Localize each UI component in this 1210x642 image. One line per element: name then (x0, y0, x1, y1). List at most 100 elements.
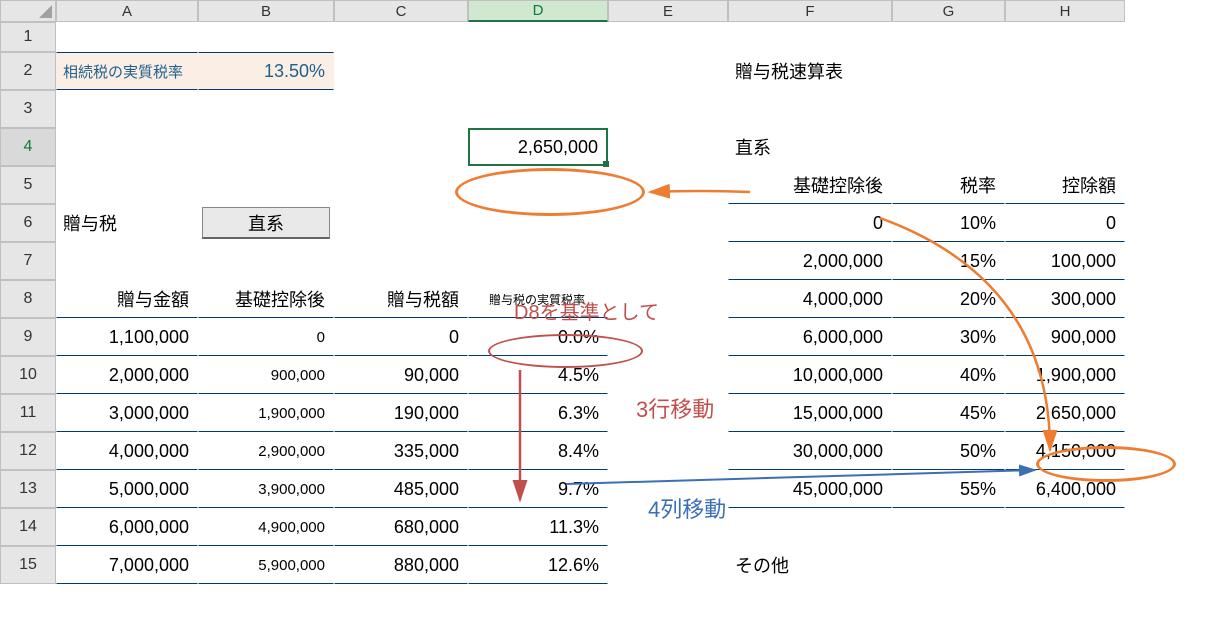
cell[interactable] (198, 166, 334, 204)
cell[interactable] (608, 22, 728, 52)
cell-A2[interactable]: 相続税の実質税率 (56, 52, 198, 90)
cell[interactable] (608, 242, 728, 280)
table-cell[interactable]: 90,000 (334, 356, 468, 394)
cell-D8[interactable]: 贈与税の実質税率 (468, 280, 608, 318)
col-header-C[interactable]: C (334, 0, 468, 22)
table-cell[interactable]: 9.7% (468, 470, 608, 508)
table-cell[interactable]: 4,150,000 (1005, 432, 1125, 470)
table-cell[interactable]: 45,000,000 (728, 470, 892, 508)
cell[interactable] (198, 90, 334, 128)
table-cell[interactable]: 55% (892, 470, 1005, 508)
cell-D4-active[interactable]: 2,650,000 (468, 128, 608, 166)
cell[interactable] (468, 22, 608, 52)
cell[interactable] (1005, 90, 1125, 128)
row-header-14[interactable]: 14 (0, 508, 56, 546)
cell[interactable] (198, 128, 334, 166)
table-cell[interactable]: 0.0% (468, 318, 608, 356)
table-cell[interactable]: 30,000,000 (728, 432, 892, 470)
cell[interactable] (334, 52, 468, 90)
cell[interactable] (608, 432, 728, 470)
table-cell[interactable]: 15% (892, 242, 1005, 280)
cell[interactable] (892, 52, 1005, 90)
col-header-G[interactable]: G (892, 0, 1005, 22)
cell-B8[interactable]: 基礎控除後 (198, 280, 334, 318)
table-cell[interactable]: 1,900,000 (1005, 356, 1125, 394)
cell[interactable] (468, 52, 608, 90)
cell[interactable] (608, 204, 728, 242)
col-header-D[interactable]: D (468, 0, 608, 22)
cell[interactable] (56, 90, 198, 128)
cell[interactable] (56, 128, 198, 166)
table-cell[interactable]: 2,900,000 (198, 432, 334, 470)
table-cell[interactable]: 6,400,000 (1005, 470, 1125, 508)
table-cell[interactable]: 0 (198, 318, 334, 356)
cell[interactable] (728, 90, 892, 128)
select-all-corner[interactable] (0, 0, 56, 22)
row-header-6[interactable]: 6 (0, 204, 56, 242)
cell[interactable] (334, 242, 468, 280)
table-cell[interactable]: 12.6% (468, 546, 608, 584)
table-cell[interactable]: 0 (334, 318, 468, 356)
cell[interactable] (728, 508, 892, 546)
table-cell[interactable]: 0 (1005, 204, 1125, 242)
table-cell[interactable]: 900,000 (198, 356, 334, 394)
cell[interactable] (608, 470, 728, 508)
cell[interactable] (608, 52, 728, 90)
col-header-A[interactable]: A (56, 0, 198, 22)
cell[interactable] (892, 22, 1005, 52)
cell-F15[interactable]: その他 (728, 546, 892, 584)
table-cell[interactable]: 4,000,000 (56, 432, 198, 470)
cell[interactable] (1005, 508, 1125, 546)
table-cell[interactable]: 3,900,000 (198, 470, 334, 508)
cell[interactable] (334, 22, 468, 52)
table-cell[interactable]: 7,000,000 (56, 546, 198, 584)
col-header-F[interactable]: F (728, 0, 892, 22)
row-header-4[interactable]: 4 (0, 128, 56, 166)
spreadsheet-grid[interactable]: A B C D E F G H 1 2 相続税の実質税率 13.50% 贈与税速… (0, 0, 1210, 584)
row-header-9[interactable]: 9 (0, 318, 56, 356)
table-cell[interactable]: 50% (892, 432, 1005, 470)
table-cell[interactable]: 6,000,000 (56, 508, 198, 546)
table-cell[interactable]: 10,000,000 (728, 356, 892, 394)
table-cell[interactable]: 1,100,000 (56, 318, 198, 356)
table-cell[interactable]: 11.3% (468, 508, 608, 546)
table-cell[interactable]: 4,900,000 (198, 508, 334, 546)
cell[interactable] (608, 280, 728, 318)
cell[interactable] (608, 90, 728, 128)
table-cell[interactable]: 2,000,000 (728, 242, 892, 280)
row-header-8[interactable]: 8 (0, 280, 56, 318)
row-header-5[interactable]: 5 (0, 166, 56, 204)
table-cell[interactable]: 300,000 (1005, 280, 1125, 318)
row-header-12[interactable]: 12 (0, 432, 56, 470)
cell[interactable] (468, 204, 608, 242)
table-cell[interactable]: 2,000,000 (56, 356, 198, 394)
cell-F5[interactable]: 基礎控除後 (728, 166, 892, 204)
row-header-15[interactable]: 15 (0, 546, 56, 584)
cell[interactable] (608, 356, 728, 394)
cell[interactable] (334, 128, 468, 166)
table-cell[interactable]: 40% (892, 356, 1005, 394)
table-cell[interactable]: 20% (892, 280, 1005, 318)
cell[interactable] (56, 166, 198, 204)
cell[interactable] (608, 394, 728, 432)
cell[interactable] (892, 90, 1005, 128)
row-header-10[interactable]: 10 (0, 356, 56, 394)
table-cell[interactable]: 8.4% (468, 432, 608, 470)
cell[interactable] (468, 166, 608, 204)
table-cell[interactable]: 880,000 (334, 546, 468, 584)
cell[interactable] (608, 166, 728, 204)
table-cell[interactable]: 6,000,000 (728, 318, 892, 356)
cell[interactable] (608, 546, 728, 584)
cell[interactable] (334, 166, 468, 204)
table-cell[interactable]: 3,000,000 (56, 394, 198, 432)
table-cell[interactable]: 4,000,000 (728, 280, 892, 318)
cell-G5[interactable]: 税率 (892, 166, 1005, 204)
table-cell[interactable]: 680,000 (334, 508, 468, 546)
cell[interactable] (892, 128, 1005, 166)
cell[interactable] (334, 90, 468, 128)
cell[interactable] (728, 22, 892, 52)
table-cell[interactable]: 335,000 (334, 432, 468, 470)
cell[interactable] (56, 242, 198, 280)
table-cell[interactable]: 5,900,000 (198, 546, 334, 584)
cell[interactable] (1005, 128, 1125, 166)
